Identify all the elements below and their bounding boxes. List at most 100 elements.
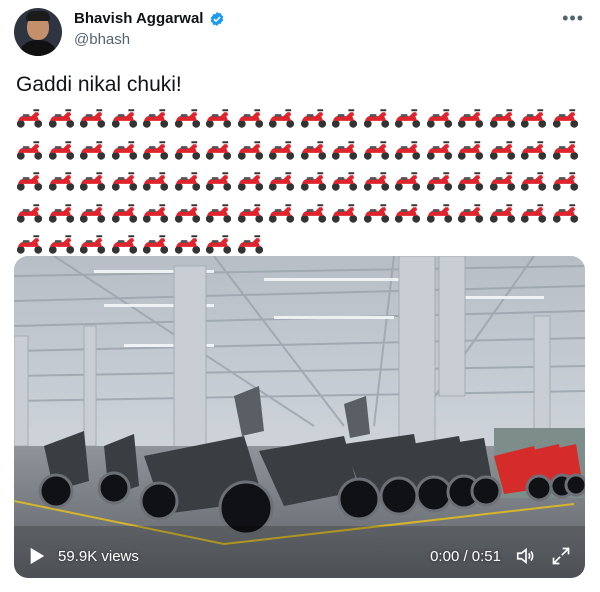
motor-scooter-emoji — [392, 106, 424, 130]
motor-scooter-emoji — [361, 138, 393, 162]
motor-scooter-emoji — [266, 138, 298, 162]
motor-scooter-emoji — [550, 169, 582, 193]
motor-scooter-emoji — [329, 138, 361, 162]
motor-scooter-emoji — [550, 138, 582, 162]
emoji-row — [14, 169, 584, 201]
motor-scooter-emoji — [77, 232, 109, 256]
motor-scooter-emoji — [46, 138, 78, 162]
motor-scooter-emoji — [109, 232, 141, 256]
motor-scooter-emoji — [455, 138, 487, 162]
motor-scooter-emoji — [424, 201, 456, 225]
motor-scooter-emoji — [140, 106, 172, 130]
emoji-row — [14, 138, 584, 170]
motor-scooter-emoji — [109, 106, 141, 130]
motor-scooter-emoji — [518, 201, 550, 225]
author-row: Bhavish Aggarwal — [74, 10, 225, 27]
motor-scooter-emoji — [77, 138, 109, 162]
motor-scooter-emoji — [46, 201, 78, 225]
motor-scooter-emoji — [455, 201, 487, 225]
motor-scooter-emoji — [298, 106, 330, 130]
motor-scooter-emoji — [424, 169, 456, 193]
motor-scooter-emoji — [203, 169, 235, 193]
video-player[interactable]: 59.9K views 0:00 / 0:51 — [14, 256, 585, 578]
motor-scooter-emoji — [203, 232, 235, 256]
motor-scooter-emoji — [46, 106, 78, 130]
verified-badge-icon — [211, 11, 224, 26]
motor-scooter-emoji — [77, 169, 109, 193]
motor-scooter-emoji — [266, 169, 298, 193]
factory-video-frame — [14, 256, 585, 578]
emoji-row — [14, 201, 584, 233]
motor-scooter-emoji — [203, 138, 235, 162]
motor-scooter-emoji — [361, 106, 393, 130]
motor-scooter-emoji — [298, 138, 330, 162]
motor-scooter-emoji — [109, 201, 141, 225]
motor-scooter-emoji — [518, 106, 550, 130]
video-time: 0:00 / 0:51 — [430, 547, 501, 565]
motor-scooter-emoji — [172, 169, 204, 193]
motor-scooter-emoji — [455, 106, 487, 130]
motor-scooter-emoji — [172, 106, 204, 130]
motor-scooter-emoji — [298, 169, 330, 193]
volume-icon[interactable] — [515, 545, 537, 567]
motor-scooter-emoji — [487, 169, 519, 193]
motor-scooter-emoji — [46, 169, 78, 193]
motor-scooter-emoji — [266, 201, 298, 225]
motor-scooter-emoji — [172, 232, 204, 256]
motor-scooter-emoji — [518, 138, 550, 162]
motor-scooter-emoji — [235, 106, 267, 130]
avatar[interactable] — [14, 8, 62, 56]
motor-scooter-emoji — [424, 106, 456, 130]
motor-scooter-emoji — [235, 201, 267, 225]
motor-scooter-emoji — [14, 169, 46, 193]
motor-scooter-emoji — [203, 106, 235, 130]
motor-scooter-emoji — [392, 138, 424, 162]
motor-scooter-emoji — [140, 232, 172, 256]
motor-scooter-emoji — [392, 169, 424, 193]
motor-scooter-emoji — [550, 201, 582, 225]
motor-scooter-emoji — [455, 169, 487, 193]
motor-scooter-emoji — [518, 169, 550, 193]
motor-scooter-emoji — [361, 169, 393, 193]
motor-scooter-emoji — [140, 138, 172, 162]
motor-scooter-emoji — [424, 138, 456, 162]
motor-scooter-emoji — [77, 106, 109, 130]
motor-scooter-emoji — [14, 232, 46, 256]
motor-scooter-emoji — [329, 201, 361, 225]
motor-scooter-emoji — [77, 201, 109, 225]
motor-scooter-emoji — [329, 106, 361, 130]
motor-scooter-emoji — [487, 106, 519, 130]
more-options-icon[interactable]: ••• — [562, 8, 584, 29]
motor-scooter-emoji — [361, 201, 393, 225]
author-handle[interactable]: @bhash — [74, 31, 130, 48]
motor-scooter-emoji — [14, 138, 46, 162]
motor-scooter-emoji — [140, 201, 172, 225]
author-name[interactable]: Bhavish Aggarwal — [74, 10, 203, 27]
motor-scooter-emoji — [172, 201, 204, 225]
motor-scooter-emoji — [172, 138, 204, 162]
motor-scooter-emoji — [109, 169, 141, 193]
emoji-row — [14, 106, 584, 138]
motor-scooter-emoji — [235, 232, 267, 256]
motor-scooter-emoji — [203, 201, 235, 225]
fullscreen-icon[interactable] — [551, 546, 571, 566]
emoji-grid — [14, 106, 584, 264]
motor-scooter-emoji — [266, 106, 298, 130]
motor-scooter-emoji — [109, 138, 141, 162]
motor-scooter-emoji — [46, 232, 78, 256]
motor-scooter-emoji — [235, 138, 267, 162]
motor-scooter-emoji — [140, 169, 172, 193]
motor-scooter-emoji — [329, 169, 361, 193]
video-view-count: 59.9K views — [58, 547, 139, 565]
motor-scooter-emoji — [487, 201, 519, 225]
tweet-text: Gaddi nikal chuki! — [16, 73, 182, 96]
motor-scooter-emoji — [14, 106, 46, 130]
motor-scooter-emoji — [487, 138, 519, 162]
video-controls: 59.9K views 0:00 / 0:51 — [14, 534, 585, 578]
motor-scooter-emoji — [392, 201, 424, 225]
motor-scooter-emoji — [14, 201, 46, 225]
motor-scooter-emoji — [550, 106, 582, 130]
play-icon[interactable] — [28, 547, 46, 565]
motor-scooter-emoji — [235, 169, 267, 193]
motor-scooter-emoji — [298, 201, 330, 225]
